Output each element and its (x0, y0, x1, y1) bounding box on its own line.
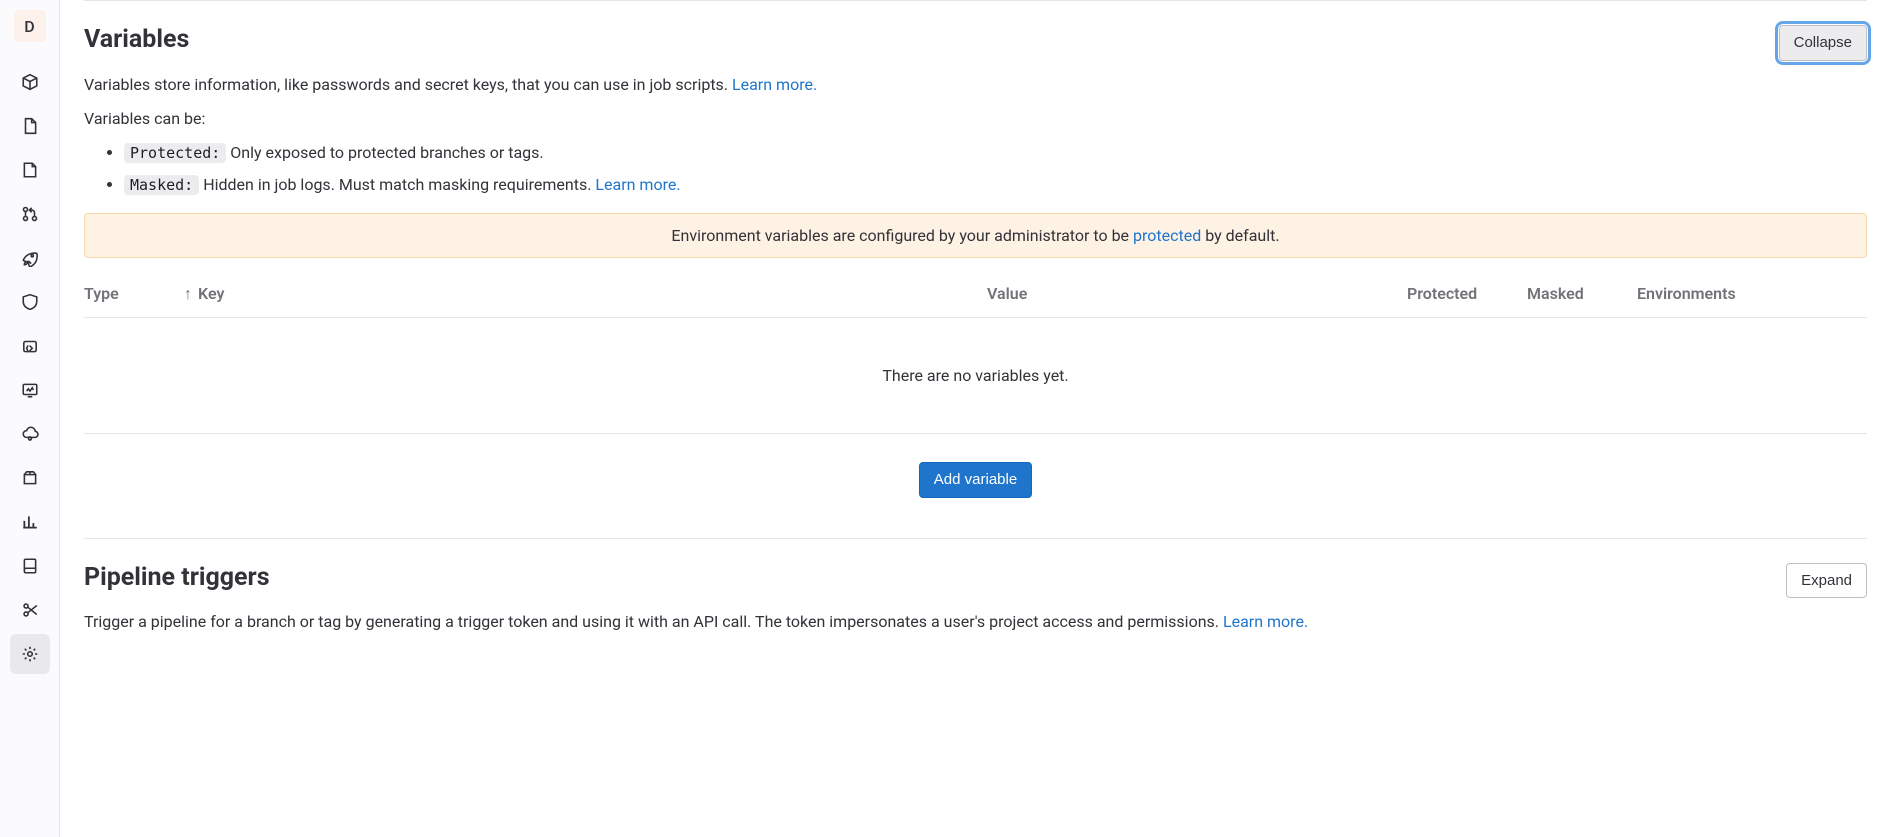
cube-icon (21, 73, 39, 91)
sidebar: D (0, 0, 60, 837)
variables-title: Variables (84, 25, 189, 54)
pipeline-triggers-description: Trigger a pipeline for a branch or tag b… (84, 610, 1867, 635)
variables-description-text: Variables store information, like passwo… (84, 75, 732, 94)
gear-icon (21, 645, 39, 663)
variables-empty-state: There are no variables yet. (84, 318, 1867, 434)
column-header-key[interactable]: ↑ Key (184, 284, 987, 303)
list-item-protected: Protected: Only exposed to protected bra… (124, 140, 1867, 166)
sidebar-item-deployments[interactable] (10, 326, 50, 366)
project-avatar[interactable]: D (14, 10, 46, 42)
issue-icon (21, 161, 39, 179)
sidebar-item-wiki[interactable] (10, 546, 50, 586)
cloud-gear-icon (21, 425, 39, 443)
column-header-masked[interactable]: Masked (1527, 284, 1637, 303)
alert-text-after: by default. (1201, 226, 1279, 245)
main-content: Variables Collapse Variables store infor… (60, 0, 1891, 837)
sidebar-item-settings[interactable] (10, 634, 50, 674)
variables-learn-more-link[interactable]: Learn more. (732, 75, 817, 94)
variables-table-header: Type ↑ Key Value Protected Masked Enviro… (84, 270, 1867, 318)
column-header-type[interactable]: Type (84, 284, 184, 303)
protected-default-alert: Environment variables are configured by … (84, 213, 1867, 258)
pipeline-triggers-title: Pipeline triggers (84, 563, 270, 592)
column-header-environments[interactable]: Environments (1637, 284, 1867, 303)
package-icon (21, 469, 39, 487)
deploy-icon (21, 337, 39, 355)
variables-section: Variables Collapse Variables store infor… (84, 1, 1867, 538)
column-header-protected[interactable]: Protected (1407, 284, 1527, 303)
sidebar-item-snippets[interactable] (10, 590, 50, 630)
masked-text: Hidden in job logs. Must match masking r… (199, 175, 595, 194)
protected-text: Only exposed to protected branches or ta… (226, 143, 543, 162)
book-icon (21, 557, 39, 575)
analytics-icon (21, 513, 39, 531)
rocket-icon (21, 249, 39, 267)
sidebar-item-issues[interactable] (10, 150, 50, 190)
alert-text-before: Environment variables are configured by … (671, 226, 1133, 245)
sidebar-item-project[interactable] (10, 62, 50, 102)
variables-description: Variables store information, like passwo… (84, 73, 1867, 98)
sidebar-item-repository[interactable] (10, 106, 50, 146)
column-header-value[interactable]: Value (987, 284, 1407, 303)
file-icon (21, 117, 39, 135)
monitor-icon (21, 381, 39, 399)
sidebar-item-merge-requests[interactable] (10, 194, 50, 234)
merge-request-icon (21, 205, 39, 223)
pipeline-triggers-section: Pipeline triggers Expand Trigger a pipel… (84, 539, 1867, 635)
sidebar-item-infrastructure[interactable] (10, 414, 50, 454)
variable-types-list: Protected: Only exposed to protected bra… (84, 140, 1867, 197)
collapse-button[interactable]: Collapse (1779, 25, 1867, 61)
list-item-masked: Masked: Hidden in job logs. Must match m… (124, 172, 1867, 198)
expand-button[interactable]: Expand (1786, 563, 1867, 599)
add-variable-button[interactable]: Add variable (919, 462, 1032, 498)
sidebar-item-packages[interactable] (10, 458, 50, 498)
triggers-description-text: Trigger a pipeline for a branch or tag b… (84, 612, 1223, 631)
column-header-key-label: Key (198, 284, 224, 303)
scissors-icon (21, 601, 39, 619)
sidebar-item-cicd[interactable] (10, 238, 50, 278)
masked-code: Masked: (124, 175, 199, 195)
sort-ascending-icon: ↑ (184, 286, 192, 302)
sidebar-item-security[interactable] (10, 282, 50, 322)
protected-code: Protected: (124, 143, 226, 163)
shield-icon (21, 293, 39, 311)
alert-protected-link[interactable]: protected (1133, 226, 1201, 245)
triggers-learn-more-link[interactable]: Learn more. (1223, 612, 1308, 631)
variables-table: Type ↑ Key Value Protected Masked Enviro… (84, 270, 1867, 434)
sidebar-item-analytics[interactable] (10, 502, 50, 542)
variables-can-be-text: Variables can be: (84, 109, 1867, 128)
masked-learn-more-link[interactable]: Learn more. (595, 175, 680, 194)
sidebar-item-monitor[interactable] (10, 370, 50, 410)
